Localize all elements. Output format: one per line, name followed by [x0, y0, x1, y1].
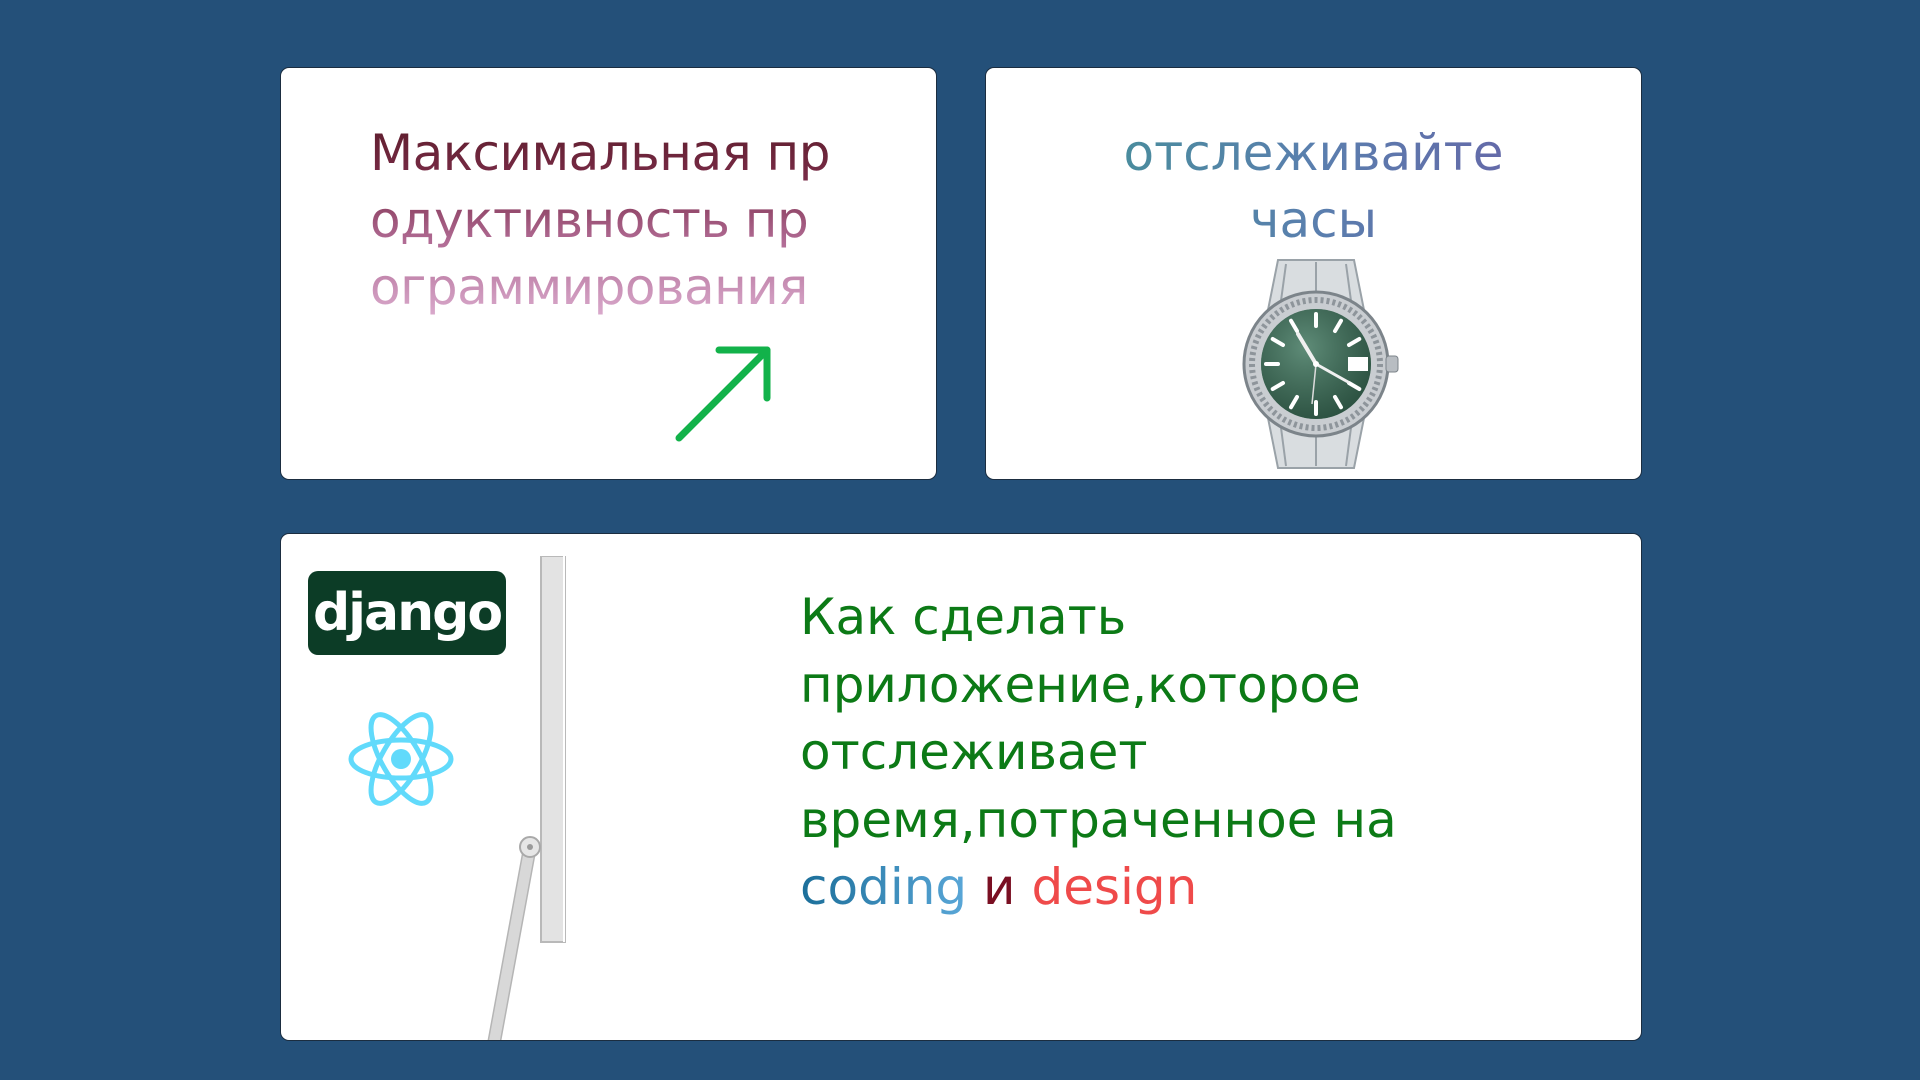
word-coding: coding	[800, 858, 968, 916]
watch-title-line1: отслеживайте	[1123, 124, 1504, 182]
app-text-line1: Как сделать	[800, 588, 1127, 646]
app-description: Как сделать приложение,которое отслежива…	[800, 584, 1560, 922]
app-text-line3: отслеживает	[800, 723, 1148, 781]
app-card: django Как сделать приложение,которое от…	[280, 533, 1642, 1041]
word-and: и	[983, 858, 1016, 916]
django-logo: django	[308, 571, 506, 655]
watch-title-line2: часы	[1249, 191, 1378, 249]
watch-title: отслеживайте часы	[986, 120, 1641, 254]
app-text-line4: время,потраченное на	[800, 790, 1397, 849]
wristwatch-image	[1242, 259, 1399, 469]
word-design: design	[1031, 858, 1198, 916]
trend-arrow-icon	[675, 346, 771, 442]
react-logo-icon	[348, 712, 454, 806]
productivity-card: Максимальная продуктивность программиров…	[280, 67, 937, 480]
monitor-stand-image	[487, 556, 566, 1040]
watch-card: отслеживайте часы	[985, 67, 1642, 480]
productivity-title: Максимальная продуктивность программиров…	[370, 120, 830, 321]
app-text-line2: приложение,которое	[800, 655, 1361, 714]
